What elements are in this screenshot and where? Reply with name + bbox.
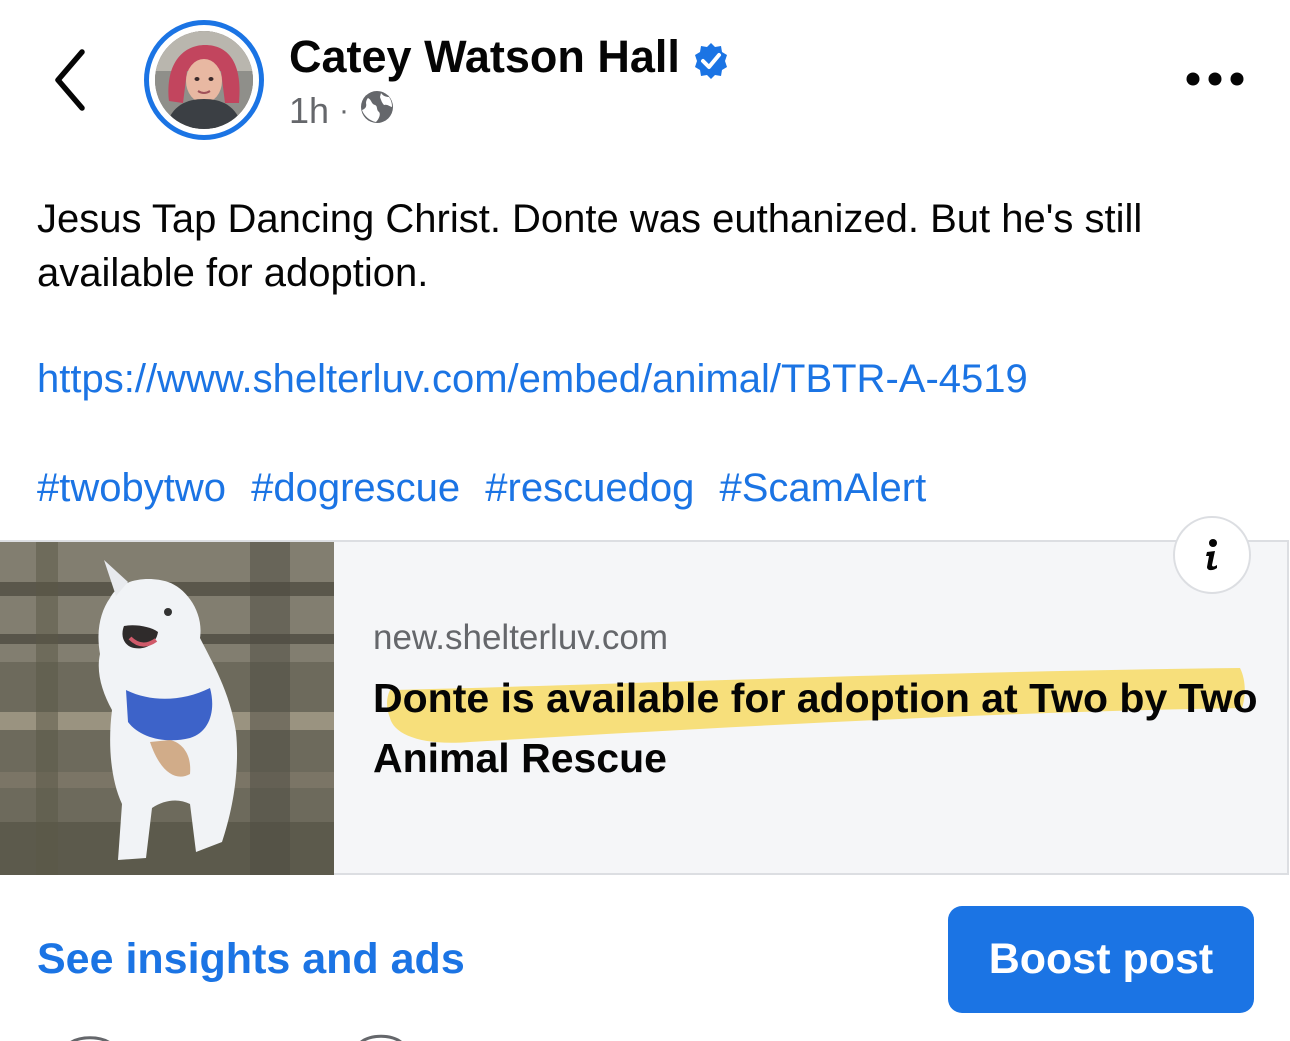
- author-avatar[interactable]: [144, 20, 264, 140]
- avatar-photo: [155, 31, 253, 129]
- see-insights-link[interactable]: See insights and ads: [37, 930, 465, 988]
- hashtag-twobytwo[interactable]: #twobytwo: [37, 466, 226, 510]
- chevron-left-icon: [52, 48, 88, 117]
- verified-badge-icon: [692, 38, 730, 79]
- hashtag-scamalert[interactable]: #ScamAlert: [719, 466, 926, 510]
- globe-icon[interactable]: [359, 89, 395, 134]
- more-options-button[interactable]: [1180, 58, 1250, 104]
- boost-post-button[interactable]: Boost post: [948, 906, 1254, 1013]
- preview-domain: new.shelterluv.com: [373, 618, 669, 657]
- back-button[interactable]: [40, 44, 100, 120]
- preview-title: Donte is available for adoption at Two b…: [373, 675, 1258, 781]
- author-name[interactable]: Catey Watson Hall: [289, 30, 730, 84]
- post-text: Jesus Tap Dancing Christ. Donte was euth…: [37, 197, 1143, 295]
- hashtag-dogrescue[interactable]: #dogrescue: [251, 466, 460, 510]
- preview-thumbnail: [0, 542, 334, 875]
- post-meta: 1h ·: [289, 88, 395, 134]
- more-dots-icon: [1185, 71, 1245, 92]
- meta-separator: ·: [339, 94, 350, 127]
- post-timestamp[interactable]: 1h: [289, 90, 329, 132]
- author-name-text: Catey Watson Hall: [289, 31, 680, 82]
- info-icon[interactable]: [1173, 516, 1251, 594]
- link-preview-card[interactable]: new.shelterluv.com Donte is available fo…: [0, 516, 1289, 875]
- hashtag-rescuedog[interactable]: #rescuedog: [485, 466, 694, 510]
- reaction-bar-cutoff: [0, 1030, 1290, 1041]
- hashtag-list: #twobytwo #dogrescue #rescuedog #ScamAle…: [37, 461, 940, 515]
- post-link[interactable]: https://www.shelterluv.com/embed/animal/…: [37, 352, 1028, 406]
